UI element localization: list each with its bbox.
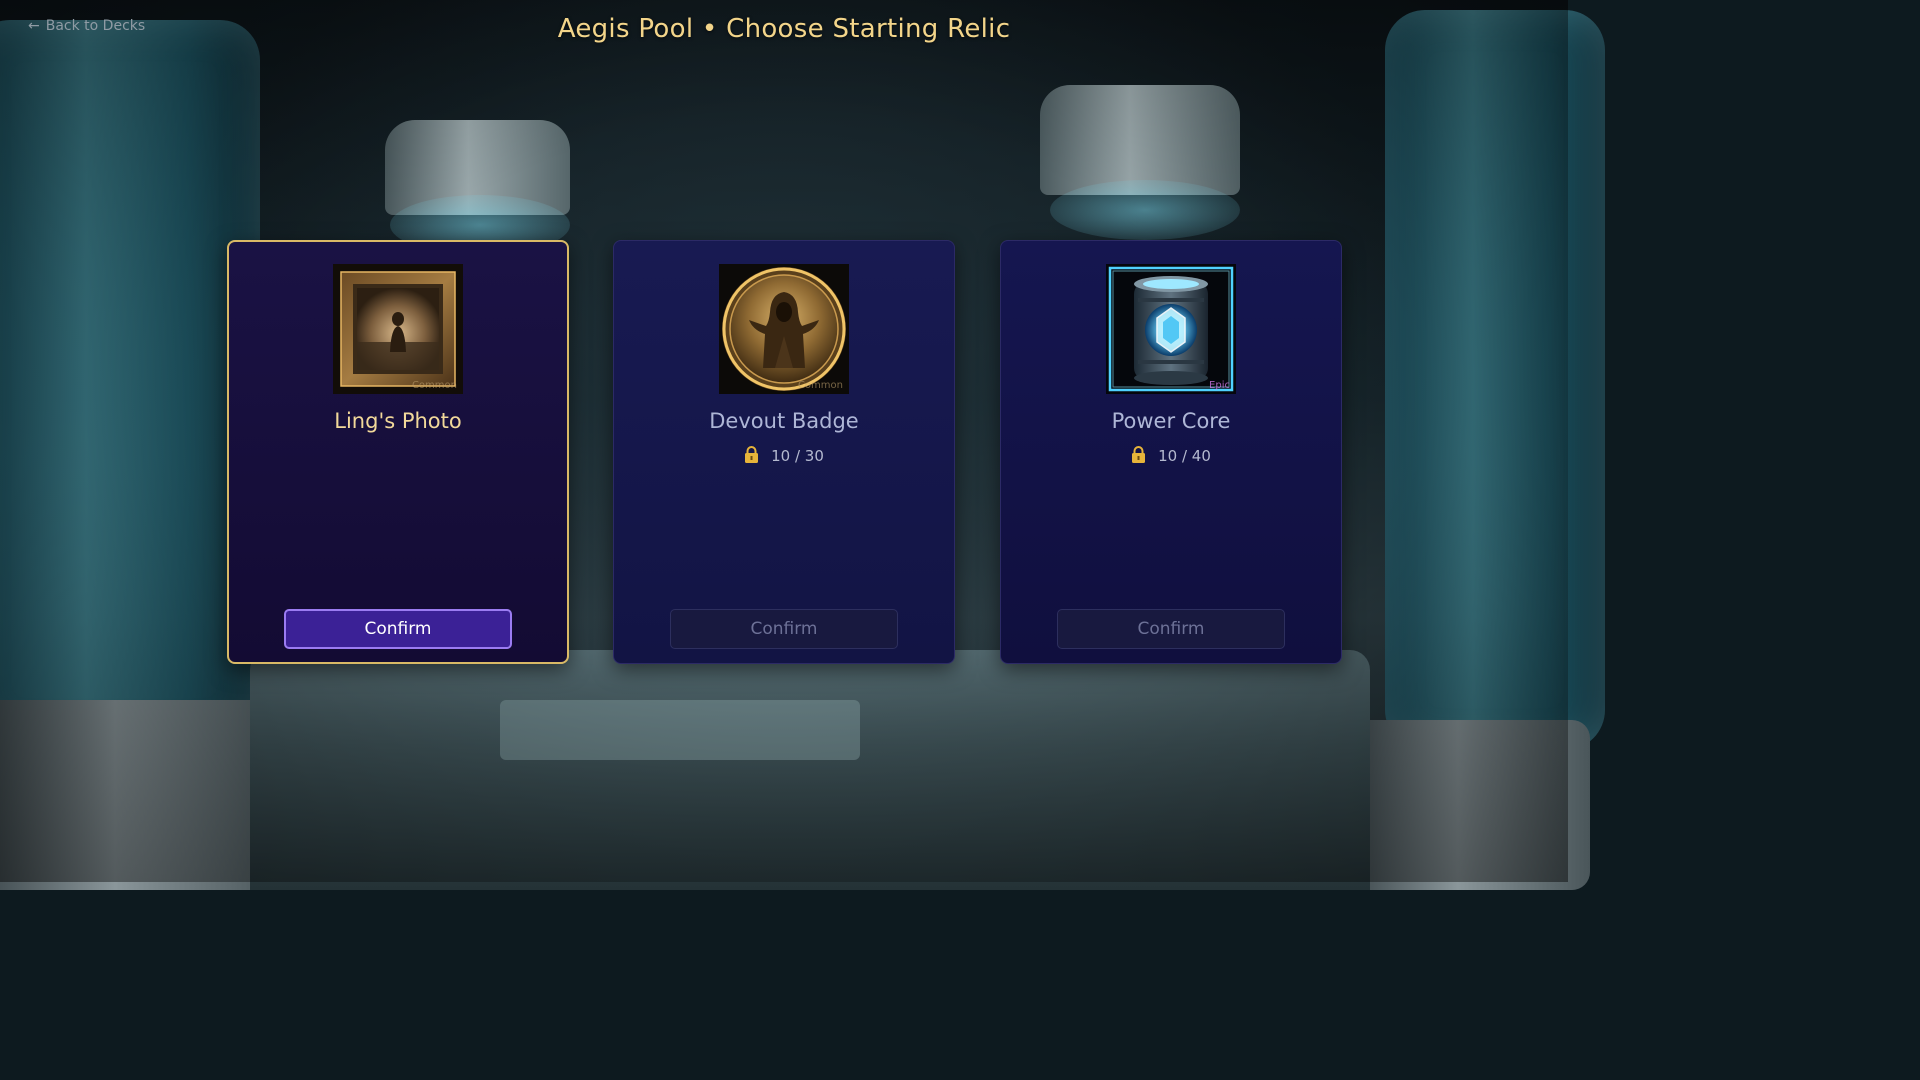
confirm-button[interactable]: Confirm (670, 609, 898, 649)
unlock-progress-value: 10 / 30 (771, 447, 824, 465)
relic-card-devout-badge[interactable]: Common Devout Badge 10 / 30 Confirm (613, 240, 955, 664)
unlock-progress: 10 / 30 (614, 446, 954, 467)
rarity-label: Common (797, 380, 843, 391)
unlock-progress: 10 / 40 (1001, 446, 1341, 467)
unlock-progress-value: 10 / 40 (1158, 447, 1211, 465)
confirm-button[interactable]: Confirm (1057, 609, 1285, 649)
relic-name: Power Core (1111, 409, 1231, 433)
hooded-figure-badge-icon: Common (719, 264, 849, 394)
relic-card-power-core[interactable]: Epic Power Core 10 / 40 Confirm (1000, 240, 1342, 664)
relic-name: Devout Badge (709, 409, 859, 433)
lock-icon (744, 446, 759, 467)
lock-icon (1131, 446, 1146, 467)
framed-photo-icon: Common (333, 264, 463, 394)
relic-name: Ling's Photo (334, 409, 462, 433)
rarity-label: Common (411, 380, 457, 391)
page-title: Aegis Pool • Choose Starting Relic (557, 14, 1011, 44)
confirm-button[interactable]: Confirm (284, 609, 512, 649)
rarity-label: Epic (1209, 380, 1230, 391)
relic-card-lings-photo[interactable]: Common Ling's Photo Confirm (227, 240, 569, 664)
glowing-crystal-core-icon: Epic (1106, 264, 1236, 394)
